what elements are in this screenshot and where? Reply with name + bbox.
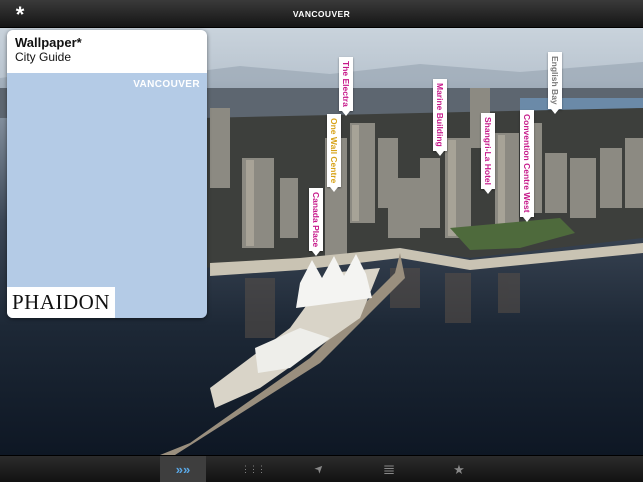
card-city-name: VANCOUVER bbox=[133, 79, 200, 90]
brand-name: Wallpaper* bbox=[15, 35, 82, 50]
bottom-toolbar: »» ⋮⋮⋮ ➤ ≣ ★ bbox=[0, 455, 643, 482]
page-title: VANCOUVER bbox=[292, 9, 351, 19]
pin-marine-building[interactable]: Marine Building bbox=[433, 79, 447, 156]
pin-shangri-la-hotel[interactable]: Shangri-La Hotel bbox=[481, 113, 495, 195]
publisher-logo: PHAIDON bbox=[7, 287, 115, 318]
guide-subtitle: City Guide bbox=[15, 50, 72, 64]
star-icon[interactable]: ★ bbox=[436, 456, 482, 482]
pin-convention-centre-west[interactable]: Convention Centre West bbox=[520, 110, 534, 222]
list-icon[interactable]: ≣ bbox=[366, 456, 412, 482]
grid-icon[interactable]: ⋮⋮⋮ bbox=[230, 456, 276, 482]
next-icon[interactable]: »» bbox=[160, 456, 206, 482]
pin-english-bay[interactable]: English Bay bbox=[548, 52, 562, 114]
city-guide-card[interactable]: Wallpaper* City Guide VANCOUVER PHAIDON bbox=[7, 30, 207, 318]
card-header: Wallpaper* City Guide bbox=[7, 30, 207, 73]
pin-one-wall-centre[interactable]: One Wall Centre bbox=[327, 114, 341, 193]
pin-canada-place[interactable]: Canada Place bbox=[309, 188, 323, 257]
pin-the-electra[interactable]: The Electra bbox=[339, 57, 353, 116]
top-bar: * VANCOUVER bbox=[0, 0, 643, 28]
